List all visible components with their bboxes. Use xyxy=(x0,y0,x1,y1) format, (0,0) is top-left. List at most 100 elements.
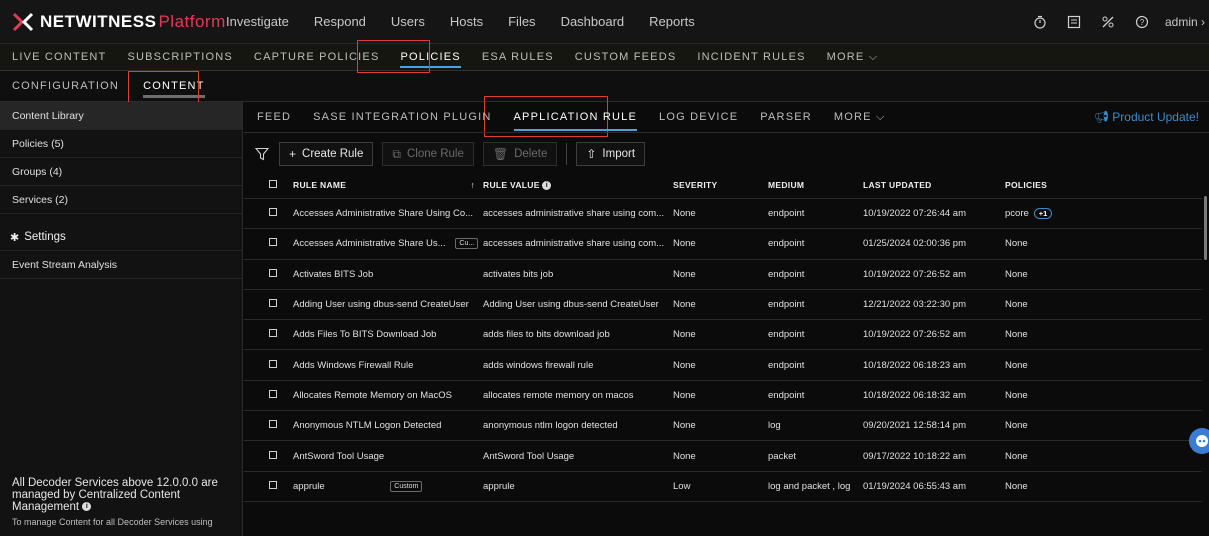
settings-label: Settings xyxy=(24,231,66,243)
row-checkbox[interactable] xyxy=(269,450,277,459)
row-checkbox[interactable] xyxy=(269,329,277,338)
sidebar-item-content-library[interactable]: Content Library xyxy=(0,102,242,130)
subnav-subscriptions[interactable]: SUBSCRIPTIONS xyxy=(127,51,232,63)
tab-sase-integration-plugin[interactable]: SASE INTEGRATION PLUGIN xyxy=(313,111,491,123)
sidebar-item-policies[interactable]: Policies (5) xyxy=(0,130,242,158)
rule-name-cell[interactable]: Adds Windows Firewall Rule xyxy=(286,360,483,371)
info-icon[interactable]: i xyxy=(542,181,552,191)
subnav-incident-rules[interactable]: INCIDENT RULES xyxy=(697,51,805,63)
tab-more[interactable]: MORE ⌵ xyxy=(834,111,886,124)
rule-name-cell[interactable]: Allocates Remote Memory on MacOS xyxy=(286,390,483,401)
row-checkbox[interactable] xyxy=(269,389,277,398)
table-row[interactable]: Adds Files To BITS Download Job adds file… xyxy=(244,320,1202,351)
nav-files[interactable]: Files xyxy=(508,14,535,29)
sidebar-item-event-stream-analysis[interactable]: Event Stream Analysis xyxy=(0,251,242,279)
import-button[interactable]: ⇧ Import xyxy=(576,142,646,166)
top-bar: NETWITNESS Platform Investigate Respond U… xyxy=(0,0,1209,44)
info-icon[interactable]: i xyxy=(82,502,92,512)
nav-investigate[interactable]: Investigate xyxy=(226,14,289,29)
rule-name-cell[interactable]: Adding User using dbus-send CreateUser xyxy=(286,299,483,310)
custom-tag: Cu... xyxy=(455,238,479,250)
chat-assistant-icon[interactable] xyxy=(1189,428,1209,454)
col-last-updated[interactable]: LAST UPDATED xyxy=(863,180,1005,190)
rule-value-cell: anonymous ntlm logon detected xyxy=(483,420,618,432)
last-updated-cell: 01/19/2024 06:55:43 am xyxy=(863,480,967,492)
rule-name-cell[interactable]: apprule Custom xyxy=(286,480,483,492)
table-row[interactable]: Allocates Remote Memory on MacOS allocate… xyxy=(244,381,1202,412)
create-rule-button[interactable]: + Create Rule xyxy=(279,142,374,166)
select-all-checkbox[interactable] xyxy=(269,180,277,188)
col-rule-name[interactable]: RULE NAME ↑ xyxy=(286,180,483,190)
nav-reports[interactable]: Reports xyxy=(649,14,695,29)
rule-name-cell[interactable]: Accesses Administrative Share Using Co..… xyxy=(286,208,483,219)
table-row[interactable]: Activates BITS Job activates bits job None… xyxy=(244,260,1202,290)
help-icon[interactable]: ? xyxy=(1125,15,1159,29)
nav-dashboard[interactable]: Dashboard xyxy=(561,14,625,29)
policies-cell: None xyxy=(1005,359,1028,371)
tab-application-rule[interactable]: APPLICATION RULE xyxy=(513,111,638,131)
subnav-content[interactable]: CONTENT xyxy=(143,80,205,98)
last-updated-cell: 10/19/2022 07:26:44 am xyxy=(863,208,967,220)
severity-cell: None xyxy=(673,420,696,432)
policies-cell: None xyxy=(1005,389,1028,401)
row-checkbox[interactable] xyxy=(269,420,277,429)
last-updated-cell: 09/20/2021 12:58:14 pm xyxy=(863,420,967,432)
sort-asc-icon[interactable]: ↑ xyxy=(470,180,475,190)
rule-name-cell[interactable]: Activates BITS Job xyxy=(286,269,483,280)
row-checkbox[interactable] xyxy=(269,480,277,489)
col-policies[interactable]: POLICIES xyxy=(1005,180,1195,190)
table-row[interactable]: Anonymous NTLM Logon Detected anonymous n… xyxy=(244,411,1202,442)
timer-icon[interactable] xyxy=(1023,15,1057,29)
filter-icon[interactable] xyxy=(255,147,269,161)
clone-rule-button[interactable]: ⧉ Clone Rule xyxy=(382,142,474,166)
logo[interactable]: NETWITNESS Platform xyxy=(0,0,226,44)
table-row[interactable]: Adding User using dbus-send CreateUser Ad… xyxy=(244,290,1202,321)
table-row[interactable]: Adds Windows Firewall Rule adds windows f… xyxy=(244,350,1202,381)
rule-toolbar: + Create Rule ⧉ Clone Rule 🗑︎ Delete ⇧ Impor… xyxy=(244,138,1209,170)
subnav-configuration[interactable]: CONFIGURATION xyxy=(12,80,119,92)
subnav-esa-rules[interactable]: ESA RULES xyxy=(482,51,554,63)
ccm-note: All Decoder Services above 12.0.0.0 are … xyxy=(12,477,234,528)
row-checkbox[interactable] xyxy=(269,299,277,308)
top-nav: Investigate Respond Users Hosts Files Da… xyxy=(226,0,720,44)
tab-parser[interactable]: PARSER xyxy=(760,111,812,123)
rule-name-cell[interactable]: Accesses Administrative Share Us... Cu... xyxy=(286,238,483,250)
rule-name-cell[interactable]: Anonymous NTLM Logon Detected xyxy=(286,420,483,431)
row-checkbox[interactable] xyxy=(269,359,277,368)
subnav-custom-feeds[interactable]: CUSTOM FEEDS xyxy=(575,51,677,63)
tab-log-device[interactable]: LOG DEVICE xyxy=(659,111,738,123)
delete-button[interactable]: 🗑︎ Delete xyxy=(482,142,558,166)
subnav-live-content[interactable]: LIVE CONTENT xyxy=(12,51,106,63)
more-policies-badge[interactable]: +1 xyxy=(1033,208,1053,220)
col-rule-value[interactable]: RULE VALUE i xyxy=(483,180,673,191)
subnav-policies[interactable]: POLICIES xyxy=(400,51,462,68)
user-menu[interactable]: admin › xyxy=(1159,15,1209,29)
col-medium[interactable]: MEDIUM xyxy=(768,180,863,190)
policies-cell: None xyxy=(1005,450,1028,462)
tools-icon[interactable] xyxy=(1091,15,1125,29)
rule-name-cell[interactable]: Adds Files To BITS Download Job xyxy=(286,329,483,340)
sidebar-item-groups[interactable]: Groups (4) xyxy=(0,158,242,186)
table-row[interactable]: Accesses Administrative Share Us... Cu...… xyxy=(244,229,1202,260)
policies-cell: None xyxy=(1005,268,1028,280)
subnav-more[interactable]: MORE ⌵ xyxy=(827,51,879,64)
rules-table: RULE NAME ↑ RULE VALUE i SEVERITY MEDIUM … xyxy=(244,172,1202,502)
scrollbar[interactable] xyxy=(1204,196,1207,260)
tab-feed[interactable]: FEED xyxy=(257,111,291,123)
col-severity[interactable]: SEVERITY xyxy=(673,180,768,190)
table-row[interactable]: Accesses Administrative Share Using Co..… xyxy=(244,199,1202,230)
row-checkbox[interactable] xyxy=(269,268,277,277)
row-checkbox[interactable] xyxy=(269,208,277,217)
rule-name-cell[interactable]: AntSword Tool Usage xyxy=(286,451,483,462)
product-update-link[interactable]: 📢︎ Product Update! xyxy=(1094,110,1199,124)
table-row[interactable]: AntSword Tool Usage AntSword Tool Usage No… xyxy=(244,441,1202,472)
nav-hosts[interactable]: Hosts xyxy=(450,14,483,29)
nav-respond[interactable]: Respond xyxy=(314,14,366,29)
sidebar-item-services[interactable]: Services (2) xyxy=(0,186,242,214)
table-row[interactable]: apprule Custom apprule Low log and packet , … xyxy=(244,472,1202,502)
jobs-icon[interactable] xyxy=(1057,15,1091,29)
nav-users[interactable]: Users xyxy=(391,14,425,29)
row-checkbox[interactable] xyxy=(269,238,277,247)
subnav-capture-policies[interactable]: CAPTURE POLICIES xyxy=(254,51,380,63)
upload-icon: ⇧ xyxy=(586,147,597,161)
